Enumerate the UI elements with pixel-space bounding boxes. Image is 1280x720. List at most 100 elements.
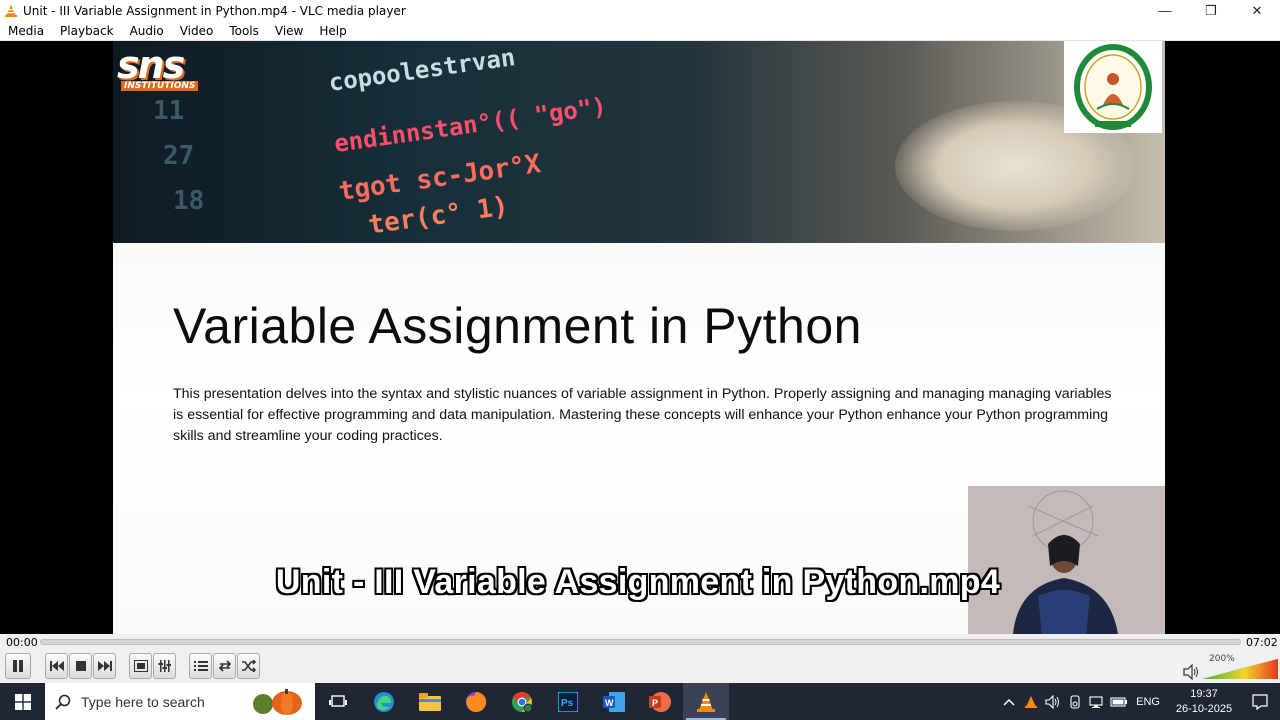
college-seal-logo	[1064, 41, 1162, 133]
taskbar-edge[interactable]	[361, 683, 407, 720]
equalizer-icon	[158, 660, 171, 672]
seal-emblem-icon	[1074, 44, 1152, 130]
vlc-icon	[5, 4, 17, 17]
svg-text:W: W	[605, 698, 614, 708]
stop-button[interactable]	[69, 653, 92, 679]
presenter-figure	[968, 486, 1165, 634]
volume-slider[interactable]	[1203, 659, 1278, 679]
minimize-button[interactable]: —	[1142, 0, 1188, 21]
sns-logo: sns INSTITUTIONS	[115, 43, 205, 95]
banner-code-line: tgot sc-Jor°X	[336, 148, 543, 208]
svg-text:Ps: Ps	[561, 698, 574, 709]
stop-icon	[75, 661, 86, 671]
time-elapsed: 00:00	[6, 636, 38, 649]
window-title: Unit - III Variable Assignment in Python…	[23, 3, 406, 18]
sns-logo-subtext: INSTITUTIONS	[121, 81, 199, 91]
battery-icon	[1110, 696, 1128, 707]
speaker-tray-icon	[1045, 694, 1060, 709]
tray-battery[interactable]	[1108, 683, 1130, 720]
menu-bar: Media Playback Audio Video Tools View He…	[0, 21, 1280, 41]
skip-next-icon	[97, 661, 112, 671]
windows-taskbar: Type here to search Ps W P ENG 19:37 26-…	[0, 683, 1280, 720]
seek-bar[interactable]	[40, 639, 1241, 645]
code-banner-image: 11 27 18 copoolestrvan endinnstan°(( "go…	[113, 41, 1165, 243]
loop-icon	[218, 660, 231, 672]
previous-button[interactable]	[45, 653, 68, 679]
video-area[interactable]: 11 27 18 copoolestrvan endinnstan°(( "go…	[0, 41, 1280, 634]
notification-icon	[1252, 693, 1268, 710]
start-button[interactable]	[0, 683, 45, 720]
pumpkin-icon	[253, 689, 302, 715]
clock-time: 19:37	[1190, 687, 1218, 700]
fullscreen-icon	[133, 660, 148, 672]
menu-tools[interactable]: Tools	[221, 24, 267, 38]
playlist-button[interactable]	[189, 653, 212, 679]
banner-decoration: 11	[153, 96, 185, 126]
taskbar-file-explorer[interactable]	[407, 683, 453, 720]
banner-decoration: 27	[163, 141, 195, 171]
taskbar-firefox[interactable]	[453, 683, 499, 720]
folder-icon	[419, 692, 441, 711]
subtitle-overlay: Unit - III Variable Assignment in Python…	[275, 563, 1001, 601]
usb-device-icon	[1070, 694, 1080, 709]
slide-title: Variable Assignment in Python	[173, 298, 862, 354]
powerpoint-icon: P	[649, 691, 671, 712]
network-icon	[1089, 695, 1103, 708]
clock-date: 26-10-2025	[1175, 702, 1233, 715]
task-view-button[interactable]	[315, 683, 361, 720]
tray-overflow-button[interactable]	[998, 683, 1020, 720]
input-language[interactable]: ENG	[1136, 696, 1160, 708]
extended-settings-button[interactable]	[153, 653, 176, 679]
pause-icon	[13, 660, 23, 672]
edge-icon	[374, 691, 394, 712]
taskbar-search[interactable]: Type here to search	[45, 683, 315, 720]
shuffle-icon	[241, 660, 256, 672]
menu-audio[interactable]: Audio	[122, 24, 172, 38]
tray-device[interactable]	[1064, 683, 1086, 720]
menu-view[interactable]: View	[267, 24, 311, 38]
windows-icon	[14, 693, 31, 710]
close-button[interactable]: ✕	[1234, 0, 1280, 21]
vlc-cone-icon	[697, 691, 715, 712]
loop-button[interactable]	[213, 653, 236, 679]
taskbar-chrome[interactable]	[499, 683, 545, 720]
chrome-icon	[512, 691, 533, 712]
tray-network[interactable]	[1086, 683, 1108, 720]
next-button[interactable]	[93, 653, 116, 679]
banner-decoration: 18	[173, 186, 205, 216]
speaker-icon[interactable]	[1183, 664, 1201, 680]
restore-button[interactable]: ❐	[1188, 0, 1234, 21]
clock[interactable]: 19:37 26-10-2025	[1168, 687, 1240, 717]
menu-media[interactable]: Media	[0, 24, 52, 38]
fullscreen-button[interactable]	[129, 653, 152, 679]
volume-control[interactable]: 200%	[1183, 653, 1278, 681]
search-placeholder: Type here to search	[81, 693, 205, 710]
search-icon	[55, 694, 71, 710]
presenter-webcam	[968, 486, 1165, 634]
photoshop-icon: Ps	[558, 691, 578, 712]
word-icon: W	[603, 691, 625, 712]
firefox-icon	[466, 691, 487, 712]
vlc-tray-icon	[1025, 695, 1038, 708]
taskbar-photoshop[interactable]: Ps	[545, 683, 591, 720]
skip-previous-icon	[49, 661, 64, 671]
system-tray: ENG 19:37 26-10-2025	[998, 683, 1280, 720]
taskbar-powerpoint[interactable]: P	[637, 683, 683, 720]
taskbar-vlc[interactable]	[683, 683, 729, 720]
pause-button[interactable]	[5, 653, 31, 679]
menu-help[interactable]: Help	[311, 24, 354, 38]
title-bar: Unit - III Variable Assignment in Python…	[0, 0, 1280, 21]
chevron-up-icon	[1003, 698, 1015, 706]
time-total: 07:02	[1246, 636, 1278, 649]
banner-code-line: endinnstan°(( "go")	[332, 92, 609, 158]
menu-playback[interactable]: Playback	[52, 24, 122, 38]
shuffle-button[interactable]	[237, 653, 260, 679]
tray-vlc[interactable]	[1020, 683, 1042, 720]
menu-video[interactable]: Video	[172, 24, 222, 38]
tray-volume[interactable]	[1042, 683, 1064, 720]
taskbar-word[interactable]: W	[591, 683, 637, 720]
task-view-icon	[329, 694, 347, 707]
playlist-icon	[193, 661, 208, 671]
notification-center-button[interactable]	[1240, 683, 1280, 720]
player-controls: 00:00 07:02 200%	[0, 634, 1280, 683]
